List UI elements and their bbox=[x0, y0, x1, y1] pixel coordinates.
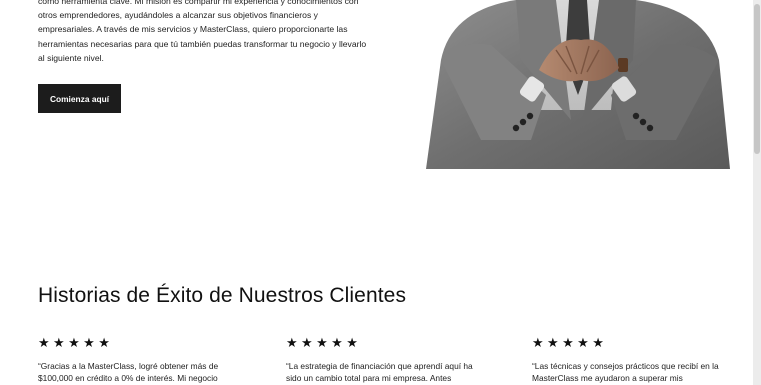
start-here-button[interactable]: Comienza aquí bbox=[38, 84, 121, 113]
star-rating-icon: ★★★★★ bbox=[38, 335, 114, 350]
testimonial-text: “Las técnicas y consejos prácticos que r… bbox=[532, 361, 719, 383]
testimonial-card: ★★★★★ “La estrategia de financiación que… bbox=[286, 336, 486, 384]
testimonial-text: “La estrategia de financiación que apren… bbox=[286, 361, 473, 383]
scrollbar[interactable] bbox=[753, 0, 761, 385]
testimonial-card: ★★★★★ “Las técnicas y consejos prácticos… bbox=[532, 336, 732, 384]
testimonials-title: Historias de Éxito de Nuestros Clientes bbox=[38, 284, 407, 307]
testimonial-card: ★★★★★ “Gracias a la MasterClass, logré o… bbox=[38, 336, 238, 384]
businessman-illustration bbox=[421, 0, 732, 169]
intro-paragraph: como herramienta clave. Mi misión es com… bbox=[38, 0, 367, 63]
page: como herramienta clave. Mi misión es com… bbox=[0, 0, 753, 385]
businessman-photo bbox=[421, 0, 732, 169]
star-rating-icon: ★★★★★ bbox=[286, 335, 362, 350]
scrollbar-thumb[interactable] bbox=[754, 4, 760, 154]
star-rating-icon: ★★★★★ bbox=[532, 335, 608, 350]
testimonial-text: “Gracias a la MasterClass, logré obtener… bbox=[38, 361, 219, 383]
